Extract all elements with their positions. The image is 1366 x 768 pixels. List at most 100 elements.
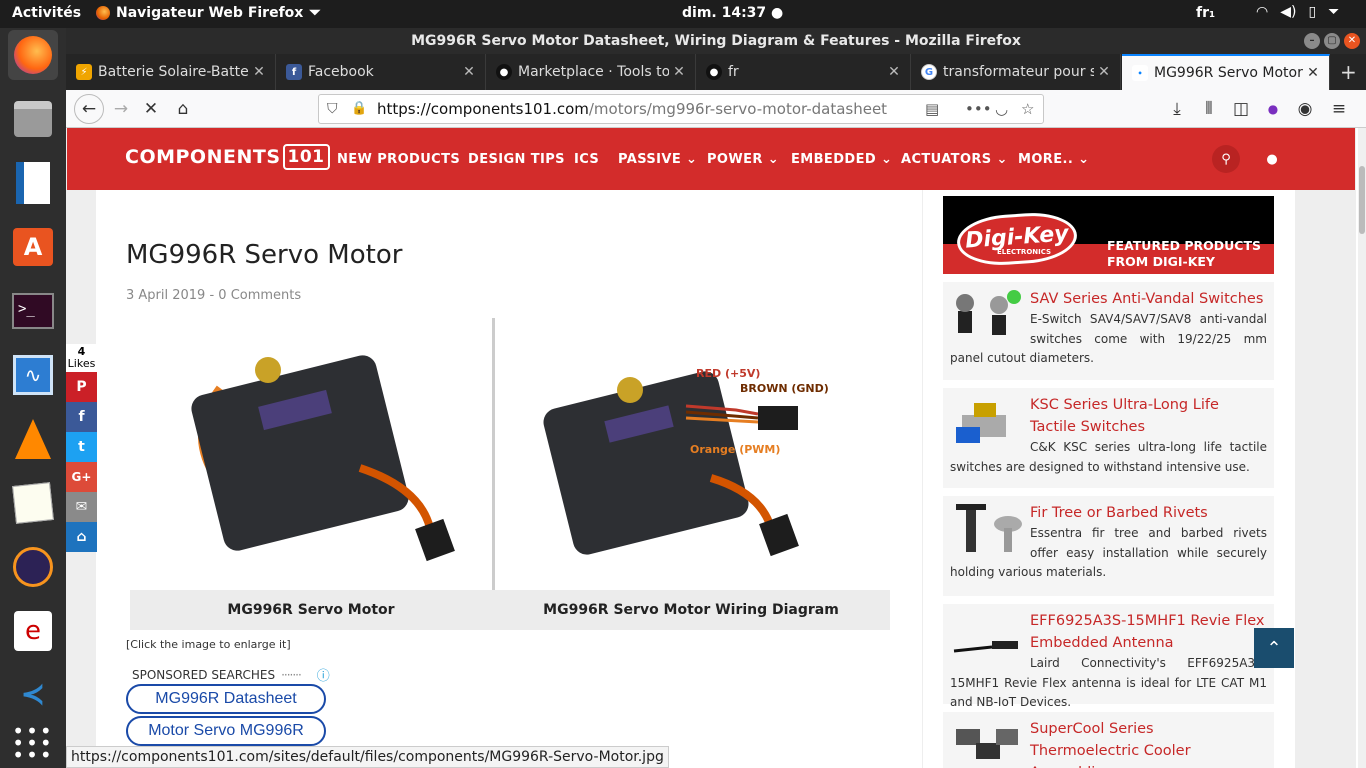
home-button[interactable]: ⌂ xyxy=(170,96,196,122)
page-actions-icon[interactable]: ••• xyxy=(965,95,992,123)
googleplus-share-icon[interactable]: G+ xyxy=(66,462,97,492)
writer-dock-icon[interactable] xyxy=(8,158,58,208)
menu-more[interactable]: MORE.. ⌄ xyxy=(1018,152,1089,167)
menu-actuators[interactable]: ACTUATORS ⌄ xyxy=(901,152,1008,167)
menu-embedded[interactable]: EMBEDDED ⌄ xyxy=(791,152,892,167)
maximize-button[interactable]: ▢ xyxy=(1324,33,1340,49)
facebook-share-icon[interactable]: f xyxy=(66,402,97,432)
sumome-share-icon[interactable]: ⌂ xyxy=(66,522,97,552)
lock-icon: 🔒 xyxy=(351,101,368,116)
software-dock-icon[interactable]: A xyxy=(8,222,58,272)
web-page: COMPONENTS 101 NEW PRODUCTS DESIGN TIPS I… xyxy=(66,128,1356,768)
featured-card[interactable]: EFF6925A3S-15MHF1 Revie Flex Embedded An… xyxy=(943,604,1274,709)
stop-button[interactable]: ✕ xyxy=(138,96,164,122)
firefox-icon xyxy=(14,36,52,74)
tab-mg996r[interactable]: • MG996R Servo Motor ✕ xyxy=(1122,54,1330,90)
extension-button[interactable]: ● xyxy=(1260,96,1286,122)
page-scrollbar[interactable] xyxy=(1358,128,1366,768)
search-mg996r-datasheet-button[interactable]: MG996R Datasheet xyxy=(126,684,326,714)
plus-icon: + xyxy=(1340,60,1357,84)
featured-card[interactable]: Fir Tree or Barbed Rivets Essentra fir t… xyxy=(943,496,1274,596)
eclipse-dock-icon[interactable] xyxy=(8,542,58,592)
system-tray[interactable]: ◠ ◀) ▯ ⏷ xyxy=(1256,4,1339,20)
scrollbar-thumb[interactable] xyxy=(1359,166,1365,234)
close-tab-icon[interactable]: ✕ xyxy=(249,64,269,80)
close-tab-icon[interactable]: ✕ xyxy=(1094,64,1114,80)
arrow-left-icon: ← xyxy=(81,99,97,119)
minimize-button[interactable]: – xyxy=(1304,33,1320,49)
firefox-dock-icon[interactable] xyxy=(8,30,58,80)
pocket-icon[interactable]: ◡ xyxy=(995,95,1008,123)
pinterest-share-icon[interactable]: P xyxy=(66,372,97,402)
twitter-share-icon[interactable]: t xyxy=(66,432,97,462)
close-tab-icon[interactable]: ✕ xyxy=(669,64,689,80)
featured-card[interactable]: KSC Series Ultra-Long Life Tactile Switc… xyxy=(943,388,1274,488)
menu-design-tips[interactable]: DESIGN TIPS xyxy=(468,152,565,167)
clock[interactable]: dim. 14:37 ● xyxy=(682,5,783,21)
close-icon: ✕ xyxy=(143,99,159,119)
forward-button[interactable]: → xyxy=(108,96,134,122)
keyboard-layout[interactable]: fr₁ xyxy=(1196,5,1215,21)
files-dock-icon[interactable] xyxy=(8,94,58,144)
tab-batterie[interactable]: ⚡ Batterie Solaire-Batter ✕ xyxy=(66,54,276,90)
status-bar-link: https://components101.com/sites/default/… xyxy=(66,746,669,768)
notification-dot-icon: ● xyxy=(771,5,784,21)
scroll-to-top-button[interactable]: ⌃ xyxy=(1254,628,1294,668)
account-button[interactable]: ◉ xyxy=(1292,96,1318,122)
sponsored-searches: SPONSORED SEARCHES ······· ⓘ xyxy=(132,665,330,685)
new-tab-button[interactable]: + xyxy=(1332,54,1366,90)
search-motor-servo-button[interactable]: Motor Servo MG996R xyxy=(126,716,326,746)
close-tab-icon[interactable]: ✕ xyxy=(884,64,904,80)
image-divider xyxy=(492,318,495,590)
app-menu[interactable]: Navigateur Web Firefox ⏷ xyxy=(96,5,321,21)
terminal-dock-icon[interactable]: >_ xyxy=(8,286,58,336)
info-icon[interactable]: ⓘ xyxy=(317,665,330,684)
digikey-banner[interactable]: Digi-Key ELECTRONICS FEATURED PRODUCTS FR… xyxy=(943,196,1274,274)
servo-wiring-image[interactable]: RED (+5V) BROWN (GND) Orange (PWM) xyxy=(496,318,890,590)
menu-power[interactable]: POWER ⌄ xyxy=(707,152,779,167)
banner-text: FEATURED PRODUCTS FROM DIGI-KEY xyxy=(1107,238,1261,270)
downloads-button[interactable]: ⤓ xyxy=(1164,96,1190,122)
show-apps-button[interactable]: ••• ••• ••• xyxy=(8,718,58,768)
user-icon[interactable]: ● xyxy=(1258,145,1286,173)
vscode-dock-icon[interactable]: ≺ xyxy=(8,670,58,720)
url-bar[interactable]: ⛉ 🔒 https://components101.com/motors/mg9… xyxy=(318,94,1044,124)
tab-fr[interactable]: ● fr ✕ xyxy=(696,54,911,90)
close-tab-icon[interactable]: ✕ xyxy=(1303,65,1323,81)
arrow-right-icon: → xyxy=(113,99,129,119)
featured-card[interactable]: SuperCool Series Thermoelectric Cooler A… xyxy=(943,712,1274,768)
monitor-dock-icon[interactable]: ∿ xyxy=(8,350,58,400)
email-share-icon[interactable]: ✉ xyxy=(66,492,97,522)
solar-favicon-icon: ⚡ xyxy=(76,64,92,80)
logo-chip: 101 xyxy=(282,144,330,170)
menu-passive[interactable]: PASSIVE ⌄ xyxy=(618,152,697,167)
firefox-icon xyxy=(96,6,110,20)
back-button[interactable]: ← xyxy=(74,94,104,124)
window-controls: – ▢ ✕ xyxy=(1304,33,1360,49)
text-editor-dock-icon[interactable] xyxy=(8,478,58,528)
menu-new-products[interactable]: NEW PRODUCTS xyxy=(337,152,460,167)
activities-button[interactable]: Activités xyxy=(12,5,81,21)
sidebar-button[interactable]: ◫ xyxy=(1228,96,1254,122)
close-tab-icon[interactable]: ✕ xyxy=(459,64,479,80)
url-host: https://components101.com xyxy=(377,100,589,118)
reader-view-icon[interactable]: ▤ xyxy=(925,95,939,123)
tab-marketplace[interactable]: ● Marketplace · Tools to ✕ xyxy=(486,54,696,90)
featured-card[interactable]: SAV Series Anti-Vandal Switches E-Switch… xyxy=(943,282,1274,380)
site-logo[interactable]: COMPONENTS 101 xyxy=(125,144,330,170)
evince-dock-icon[interactable]: e xyxy=(8,606,58,656)
library-button[interactable]: ⫴ xyxy=(1196,96,1222,122)
bookmark-star-icon[interactable]: ☆ xyxy=(1021,95,1034,123)
close-window-button[interactable]: ✕ xyxy=(1344,33,1360,49)
servo-motor-picture xyxy=(191,355,455,562)
vlc-dock-icon[interactable] xyxy=(8,414,58,464)
search-icon[interactable]: ⚲ xyxy=(1212,145,1240,173)
menu-ics[interactable]: ICS xyxy=(574,152,599,167)
tab-transformateur[interactable]: Gtransformateur pour s ✕ xyxy=(911,54,1121,90)
system-top-bar: Activités Navigateur Web Firefox ⏷ dim. … xyxy=(0,0,1366,28)
download-icon: ⤓ xyxy=(1173,99,1181,119)
servo-motor-image[interactable] xyxy=(130,318,492,590)
tab-facebook[interactable]: f Facebook ✕ xyxy=(276,54,486,90)
open-menu-button[interactable]: ≡ xyxy=(1326,96,1352,122)
cooler-thumbnail xyxy=(950,718,1024,768)
